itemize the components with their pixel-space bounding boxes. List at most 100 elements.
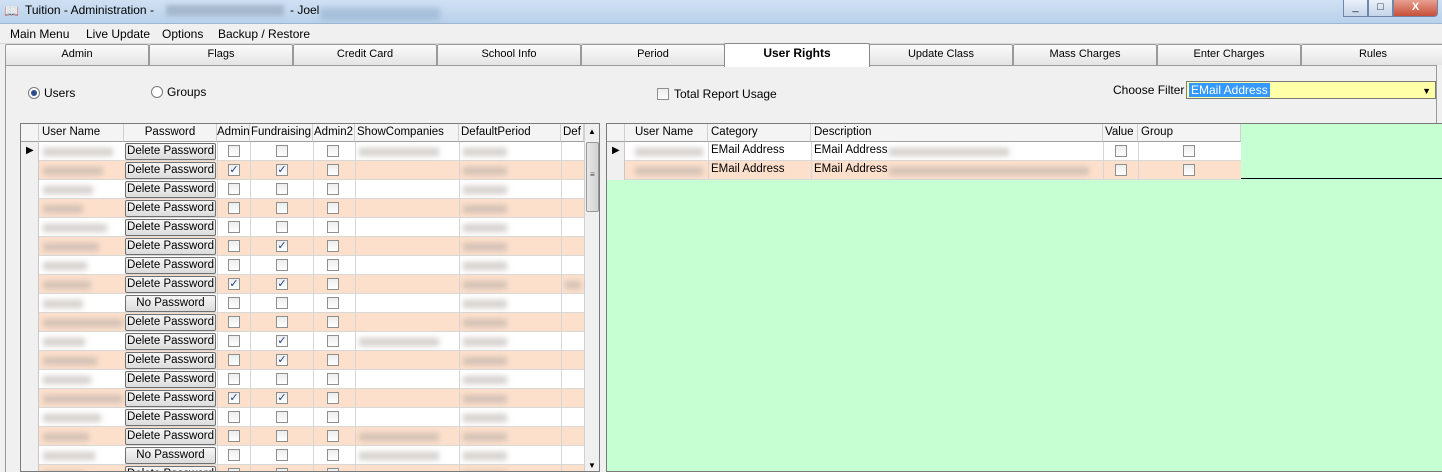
table-row[interactable]: Delete Password <box>21 370 584 389</box>
admin2-checkbox[interactable] <box>327 221 339 233</box>
tab-period[interactable]: Period <box>581 44 725 65</box>
admin-checkbox[interactable] <box>228 430 240 442</box>
users-radio[interactable] <box>28 87 40 99</box>
admin2-checkbox[interactable] <box>327 468 339 471</box>
table-row[interactable]: Delete Password ✓ <box>21 351 584 370</box>
admin-checkbox[interactable] <box>228 259 240 271</box>
menu-options[interactable]: Options <box>162 27 203 41</box>
row-selector[interactable] <box>21 332 39 351</box>
password-button[interactable]: Delete Password <box>125 276 216 293</box>
admin-checkbox[interactable] <box>228 297 240 309</box>
row-selector[interactable] <box>21 370 39 389</box>
menu-live-update[interactable]: Live Update <box>86 27 150 41</box>
password-button[interactable]: No Password <box>125 295 216 312</box>
fundraising-checkbox[interactable] <box>276 221 288 233</box>
admin-checkbox[interactable] <box>228 221 240 233</box>
table-row[interactable]: Delete Password ✓ ✓ <box>21 389 584 408</box>
row-selector[interactable] <box>21 275 39 294</box>
col-def[interactable]: Def <box>561 124 584 142</box>
fundraising-checkbox[interactable] <box>276 259 288 271</box>
admin2-checkbox[interactable] <box>327 278 339 290</box>
table-row[interactable]: Delete Password <box>21 408 584 427</box>
tab-admin[interactable]: Admin <box>5 44 149 65</box>
admin-checkbox[interactable] <box>228 335 240 347</box>
table-row[interactable]: Delete Password <box>21 427 584 446</box>
table-row[interactable]: Delete Password <box>21 199 584 218</box>
admin-checkbox[interactable] <box>228 354 240 366</box>
table-row[interactable]: Delete Password ✓ ✓ <box>21 275 584 294</box>
minimize-button[interactable]: _ <box>1343 0 1368 17</box>
groups-radio[interactable] <box>151 86 163 98</box>
admin2-checkbox[interactable] <box>327 259 339 271</box>
fundraising-checkbox[interactable] <box>276 183 288 195</box>
users-grid[interactable]: User Name Password Admin Fundraising Adm… <box>20 123 600 472</box>
tab-mass-charges[interactable]: Mass Charges <box>1013 44 1157 65</box>
row-selector[interactable] <box>21 389 39 408</box>
fundraising-checkbox[interactable] <box>276 468 288 471</box>
col-password[interactable]: Password <box>124 124 217 142</box>
menu-main-menu[interactable]: Main Menu <box>10 27 69 41</box>
col-default-period[interactable]: DefaultPeriod <box>459 124 561 142</box>
total-report-usage-label[interactable]: Total Report Usage <box>674 87 777 101</box>
table-row[interactable]: Delete Password <box>21 218 584 237</box>
tab-enter-charges[interactable]: Enter Charges <box>1157 44 1301 65</box>
password-button[interactable]: Delete Password <box>125 162 216 179</box>
admin2-checkbox[interactable] <box>327 202 339 214</box>
fundraising-checkbox-checked[interactable]: ✓ <box>276 164 288 176</box>
admin2-checkbox[interactable] <box>327 411 339 423</box>
admin2-checkbox[interactable] <box>327 297 339 309</box>
admin-checkbox-checked[interactable]: ✓ <box>228 392 240 404</box>
col-user-name[interactable]: User Name <box>39 124 124 142</box>
table-row[interactable]: Delete Password <box>21 465 584 471</box>
scroll-down-arrow-icon[interactable]: ▼ <box>588 461 596 470</box>
row-selector[interactable]: ▶ <box>21 142 39 161</box>
table-row[interactable]: EMail Address EMail Address <box>607 161 1241 180</box>
admin2-checkbox[interactable] <box>327 392 339 404</box>
row-selector[interactable] <box>21 446 39 465</box>
admin-checkbox[interactable] <box>228 183 240 195</box>
col-r-user-name[interactable]: User Name <box>625 124 708 142</box>
admin-checkbox[interactable] <box>228 411 240 423</box>
row-selector[interactable] <box>21 465 39 471</box>
admin2-checkbox[interactable] <box>327 373 339 385</box>
fundraising-checkbox-checked[interactable]: ✓ <box>276 392 288 404</box>
admin-checkbox[interactable] <box>228 202 240 214</box>
fundraising-checkbox-checked[interactable]: ✓ <box>276 278 288 290</box>
password-button[interactable]: Delete Password <box>125 390 216 407</box>
row-selector[interactable] <box>21 180 39 199</box>
row-selector[interactable] <box>21 427 39 446</box>
password-button[interactable]: Delete Password <box>125 143 216 160</box>
admin-checkbox-checked[interactable]: ✓ <box>228 164 240 176</box>
maximize-button[interactable]: □ <box>1368 0 1393 17</box>
password-button[interactable]: Delete Password <box>125 333 216 350</box>
table-row[interactable]: No Password <box>21 446 584 465</box>
col-r-category[interactable]: Category <box>708 124 811 142</box>
users-grid-scrollbar[interactable]: ▲ ≡ ▼ <box>584 124 599 471</box>
admin2-checkbox[interactable] <box>327 449 339 461</box>
users-radio-label[interactable]: Users <box>44 86 75 100</box>
password-button[interactable]: Delete Password <box>125 314 216 331</box>
fundraising-checkbox[interactable] <box>276 145 288 157</box>
admin2-checkbox[interactable] <box>327 183 339 195</box>
fundraising-checkbox[interactable] <box>276 449 288 461</box>
row-selector[interactable] <box>21 408 39 427</box>
row-selector[interactable] <box>21 256 39 275</box>
row-selector[interactable] <box>21 313 39 332</box>
tab-flags[interactable]: Flags <box>149 44 293 65</box>
admin2-checkbox[interactable] <box>327 335 339 347</box>
tab-update-class[interactable]: Update Class <box>869 44 1013 65</box>
admin2-checkbox[interactable] <box>327 145 339 157</box>
row-selector[interactable]: ▶ <box>607 142 625 161</box>
filter-select[interactable]: EMail Address ▼ <box>1186 81 1436 99</box>
admin-checkbox[interactable] <box>228 316 240 328</box>
admin2-checkbox[interactable] <box>327 430 339 442</box>
table-row[interactable]: Delete Password <box>21 256 584 275</box>
row-selector[interactable] <box>21 351 39 370</box>
close-button[interactable]: X <box>1393 0 1438 17</box>
row-selector[interactable] <box>21 199 39 218</box>
row-selector[interactable] <box>21 218 39 237</box>
group-checkbox[interactable] <box>1183 145 1195 157</box>
col-admin[interactable]: Admin <box>217 124 250 142</box>
admin2-checkbox[interactable] <box>327 240 339 252</box>
table-row[interactable]: Delete Password ✓ <box>21 332 584 351</box>
